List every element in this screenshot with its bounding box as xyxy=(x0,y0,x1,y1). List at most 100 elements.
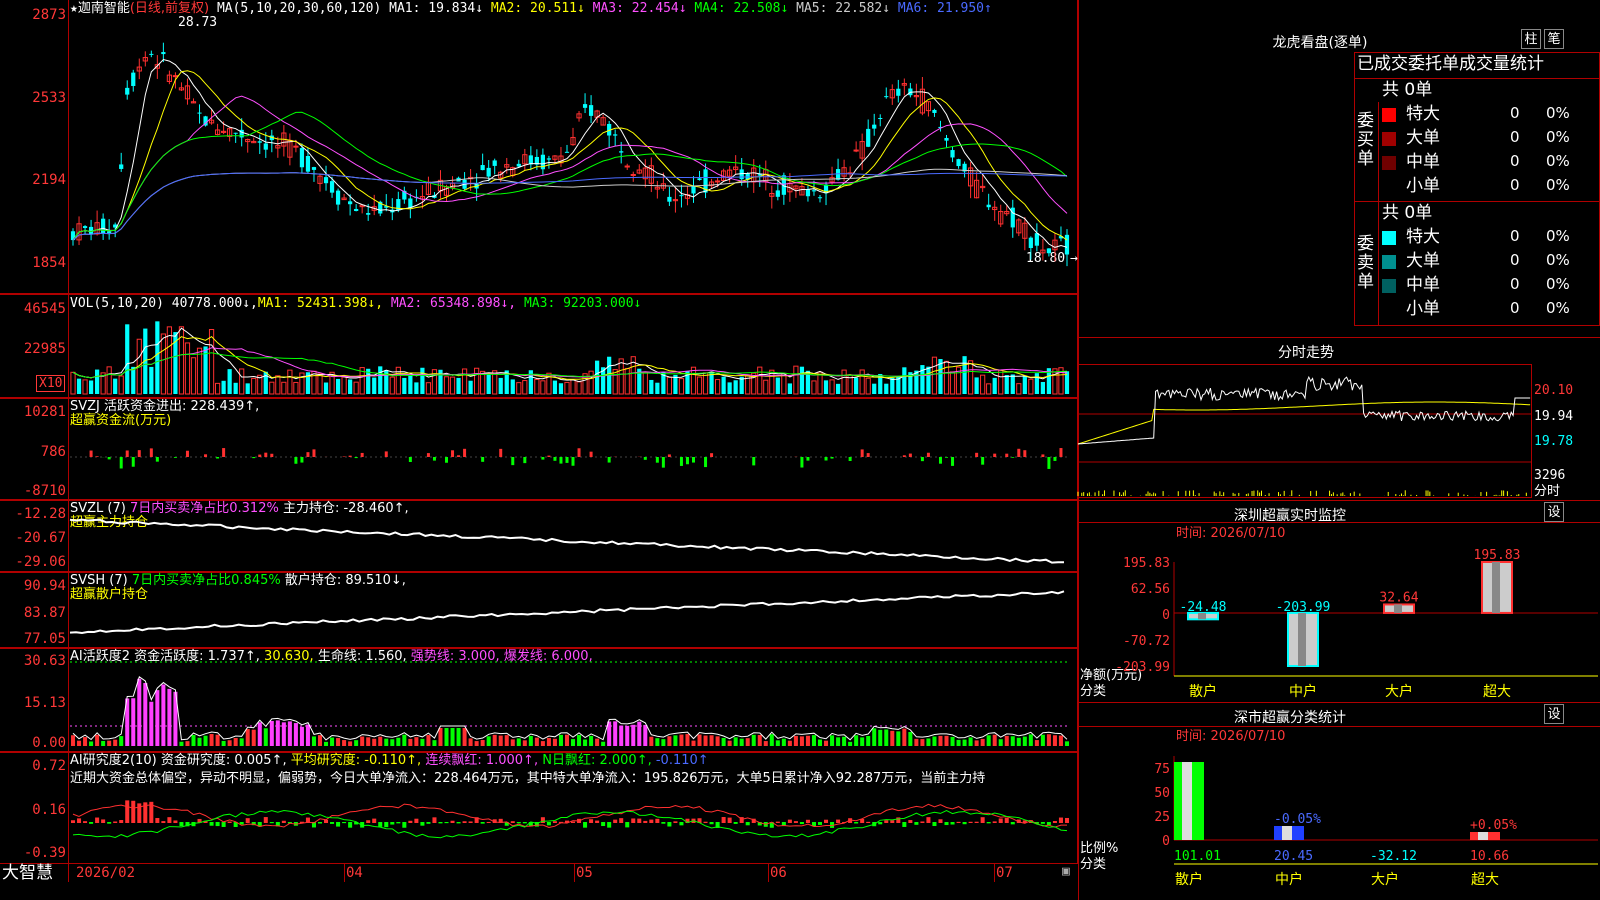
fenshi-tick: 19.78 xyxy=(1534,434,1574,449)
candlestick-chart[interactable] xyxy=(70,14,1078,294)
activity-bar xyxy=(101,740,106,746)
activity-bar xyxy=(516,738,521,746)
research-bar xyxy=(998,818,1003,823)
volume-chart[interactable] xyxy=(70,308,1078,395)
activity-bar xyxy=(360,736,365,746)
tick-mode-button[interactable]: 笔 xyxy=(1544,29,1564,49)
ai-activity-chart[interactable] xyxy=(70,661,1078,746)
ai-research-chart[interactable] xyxy=(70,790,1078,860)
volume-bar xyxy=(335,378,341,394)
activity-bar xyxy=(203,735,208,746)
activity-bar xyxy=(595,738,600,746)
monitor-settings-button[interactable]: 设 xyxy=(1544,502,1564,522)
activity-bar xyxy=(968,737,973,746)
research-bar xyxy=(426,822,431,824)
moving-average-line xyxy=(72,168,1068,241)
volume-bar xyxy=(835,383,841,394)
activity-bar xyxy=(95,734,100,746)
volume-bar xyxy=(902,367,907,394)
monitor-bar-chart[interactable]: 195.83 62.56 0 -70.72 -203.99 -24.48 散户 -203.99… xyxy=(1078,522,1600,702)
volume-bar xyxy=(106,366,112,395)
research-bar xyxy=(896,817,901,823)
activity-bar xyxy=(679,734,684,746)
research-bar xyxy=(390,822,395,825)
activity-bar xyxy=(962,739,967,746)
order-color-swatch xyxy=(1382,156,1396,170)
research-bar xyxy=(179,822,184,827)
order-type: 大单 xyxy=(1406,251,1440,271)
monitor-y-tick: -70.72 xyxy=(1123,634,1170,649)
activity-bar xyxy=(860,737,865,746)
activity-bar xyxy=(77,740,82,746)
research-bar xyxy=(721,817,726,823)
date-divider xyxy=(994,864,995,882)
activity-bar xyxy=(89,741,94,746)
activity-bar xyxy=(1028,734,1033,746)
volume-bar xyxy=(414,382,419,394)
research-bar xyxy=(986,822,991,824)
svzl-chart[interactable] xyxy=(69,518,1078,568)
svsh-params: SVSH (7) xyxy=(70,573,128,588)
candle-body xyxy=(516,163,521,167)
activity-bar xyxy=(1034,740,1039,746)
svzj-chart[interactable] xyxy=(70,425,1078,495)
research-bar xyxy=(583,822,588,828)
volume-bar xyxy=(287,369,293,395)
intraday-chart[interactable] xyxy=(1077,364,1532,498)
activity-bar xyxy=(305,724,310,746)
research-bar xyxy=(649,819,654,823)
volume-bar xyxy=(184,342,191,395)
svsh-chart[interactable] xyxy=(69,590,1078,640)
side-col-line xyxy=(1378,102,1379,326)
moving-average-line xyxy=(72,172,1068,241)
candle-body xyxy=(853,149,859,152)
activity-bar xyxy=(1022,736,1027,746)
volume-bar xyxy=(420,367,425,394)
activity-bar xyxy=(107,740,112,746)
date-divider xyxy=(768,864,769,882)
volume-bar xyxy=(1022,376,1027,394)
volume-bar xyxy=(239,368,245,395)
activity-bar xyxy=(366,737,371,746)
volume-bar xyxy=(118,375,124,395)
volume-bar xyxy=(389,376,395,395)
activity-bar xyxy=(878,729,883,746)
classify-bar-shade xyxy=(1478,832,1488,840)
candle-body xyxy=(233,132,238,134)
activity-bar xyxy=(956,739,961,746)
classify-bar-chart[interactable]: 75 50 25 0 101.01 散户 20.45 -0.05% 中户 -32.12 大户 10.6… xyxy=(1078,726,1600,900)
volume-bar xyxy=(155,321,160,394)
research-bar xyxy=(745,822,750,826)
research-bar xyxy=(854,822,859,824)
lock-icon[interactable]: ▣ xyxy=(1062,864,1070,879)
activity-bar xyxy=(155,690,160,746)
candle-body xyxy=(293,145,299,148)
candle-body xyxy=(775,190,780,197)
volume-bar xyxy=(1010,374,1015,394)
research-bar xyxy=(462,821,467,823)
bar-mode-button[interactable]: 柱 xyxy=(1521,29,1541,49)
activity-bar xyxy=(462,728,467,746)
classify-y-tick: 0 xyxy=(1162,834,1170,849)
volume-bar xyxy=(576,381,582,395)
activity-bar xyxy=(438,728,443,746)
activity-bar xyxy=(571,739,576,746)
activity-bar xyxy=(444,728,449,746)
vol-unit-badge: X10 xyxy=(36,375,66,392)
activity-bar xyxy=(137,678,142,746)
order-percent: 0% xyxy=(1546,251,1570,269)
research-bar xyxy=(420,822,425,826)
classify-settings-button[interactable]: 设 xyxy=(1544,704,1564,724)
research-bar xyxy=(637,818,642,823)
activity-bar xyxy=(836,737,841,746)
activity-bar xyxy=(739,738,744,746)
research-bar xyxy=(595,820,600,823)
research-bar xyxy=(908,820,913,823)
svzj-tick: 786 xyxy=(40,444,66,460)
volume-bar xyxy=(649,379,654,394)
svzj-tick: 10281 xyxy=(23,404,66,420)
order-side-label: 委 买 单 xyxy=(1357,111,1374,169)
ai1-tick: 0.00 xyxy=(32,735,66,751)
research-bar xyxy=(486,821,491,823)
order-count: 0 xyxy=(1510,275,1520,293)
